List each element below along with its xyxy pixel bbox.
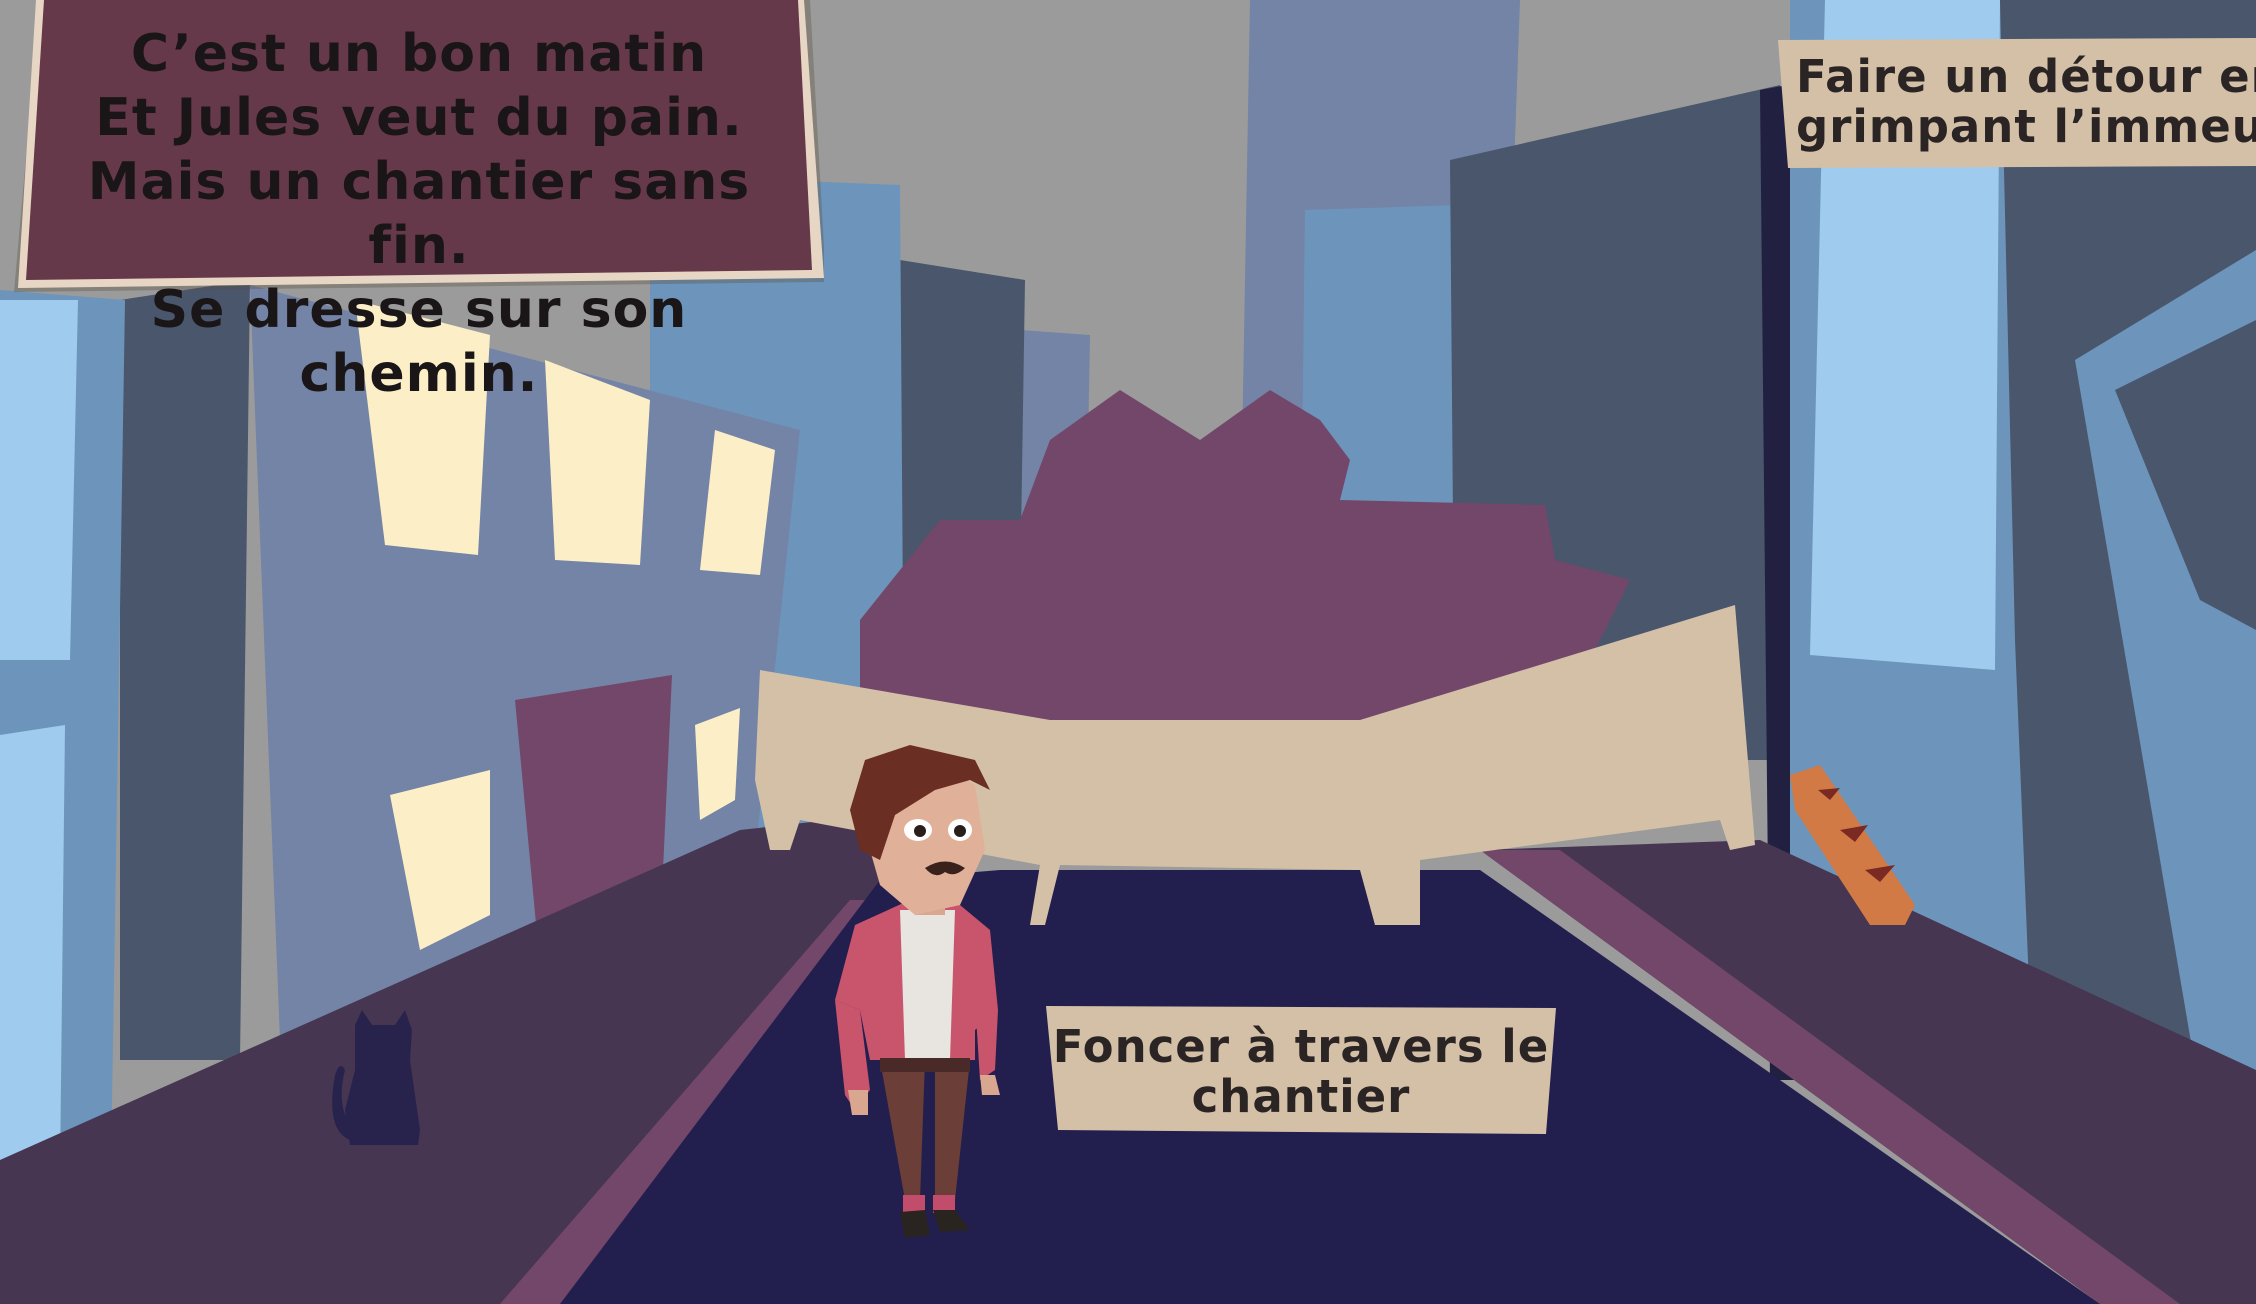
story-line: C’est un bon matin (130, 24, 708, 84)
choice-climb-building-line: grimpant l’immeuble (1796, 100, 2256, 153)
choice-climb-building-button[interactable]: Faire un détour en grimpant l’immeuble (1778, 38, 2256, 168)
story-panel: C’est un bon matin Et Jules veut du pain… (14, 0, 824, 404)
left-building-lightblue (0, 725, 65, 1190)
choice-climb-building-label: Faire un détour en grimpant l’immeuble (1796, 52, 2256, 152)
choice-through-site-label: Foncer à travers le chantier (1046, 1022, 1556, 1122)
choice-through-site-line: chantier (1191, 1070, 1411, 1123)
choice-through-site-button[interactable]: Foncer à travers le chantier (1046, 1006, 1556, 1136)
story-line: Mais un chantier sans fin. (87, 152, 751, 276)
story-line: Se dresse sur son chemin. (150, 280, 688, 404)
choice-through-site-line: Foncer à travers le (1052, 1020, 1550, 1073)
story-text: C’est un bon matin Et Jules veut du pain… (34, 22, 804, 406)
story-line: Et Jules veut du pain. (95, 88, 743, 148)
choice-climb-building-line: Faire un détour en (1796, 50, 2256, 103)
